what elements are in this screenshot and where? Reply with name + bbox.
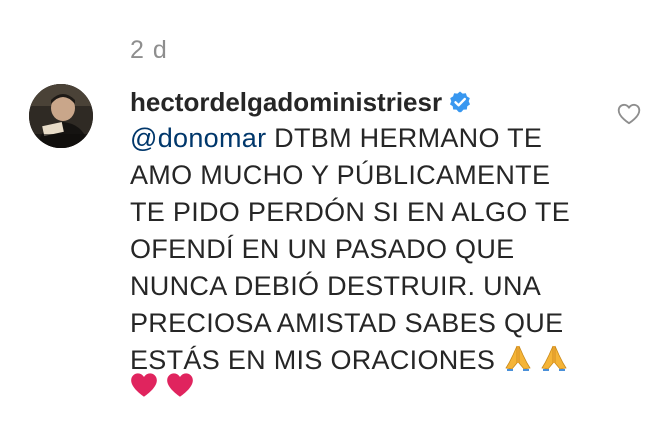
mention-link[interactable]: @donomar <box>130 123 266 153</box>
comment-line: AMO MUCHO Y PÚBLICAMENTE <box>130 160 551 190</box>
avatar[interactable] <box>29 84 93 148</box>
comment-line: PRECIOSA AMISTAD SABES QUE <box>130 308 564 338</box>
verified-badge-icon <box>448 90 472 114</box>
trailing-emojis <box>130 372 194 402</box>
avatar-photo <box>29 84 93 148</box>
username-row: hectordelgadoministriesr <box>130 86 472 118</box>
comment-timestamp[interactable]: 2 d <box>130 36 168 65</box>
folded-hands-emoji <box>539 343 569 381</box>
comment-line: NUNCA DEBIÓ DESTRUIR. UNA <box>130 271 542 301</box>
red-heart-emoji <box>166 372 194 403</box>
comment-line: ESTÁS EN MIS ORACIONES <box>130 345 503 375</box>
folded-hands-emoji <box>503 343 533 381</box>
comment-line: TE PIDO PERDÓN SI EN ALGO TE <box>130 197 571 227</box>
comment-item: 2 d hectordelgadoministriesr @donomar DT… <box>0 0 652 433</box>
red-heart-emoji <box>130 372 158 403</box>
heart-outline-icon[interactable] <box>616 101 642 127</box>
username-link[interactable]: hectordelgadoministriesr <box>130 87 442 118</box>
comment-line: DTBM HERMANO TE <box>266 123 543 153</box>
comment-text: @donomar DTBM HERMANO TE AMO MUCHO Y PÚB… <box>130 120 600 381</box>
comment-line: OFENDÍ EN UN PASADO QUE <box>130 234 515 264</box>
